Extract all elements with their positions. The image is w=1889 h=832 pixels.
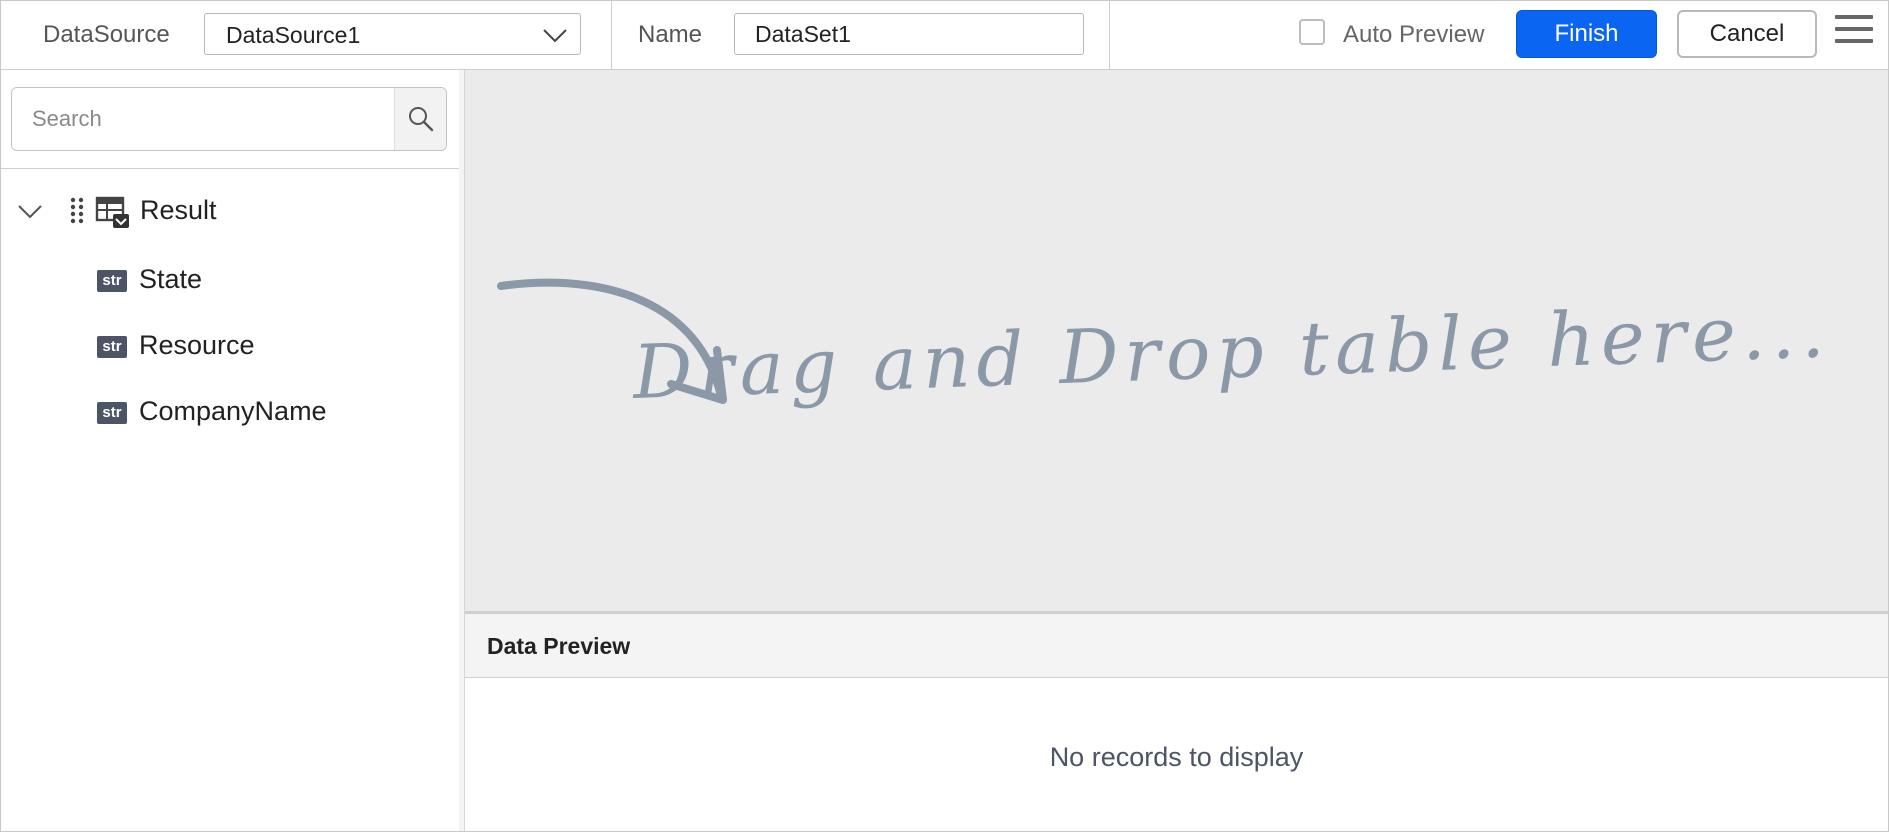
panel-divider <box>1 168 459 169</box>
cancel-button[interactable]: Cancel <box>1677 10 1817 58</box>
string-type-icon: str <box>97 336 127 358</box>
string-type-icon: str <box>97 270 127 292</box>
empty-records-message: No records to display <box>1049 742 1304 772</box>
dataset-designer: DataSource DataSource1 Name Auto Preview… <box>0 0 1889 832</box>
toolbar-divider <box>611 1 612 69</box>
tree-node-label: Result <box>140 195 217 225</box>
chevron-down-icon[interactable] <box>16 200 44 224</box>
auto-preview-label: Auto Preview <box>1343 21 1485 48</box>
drop-hint-text: Drag and Drop table here... <box>631 288 1832 416</box>
field-list-panel: Result str State str Resource str Compan… <box>1 70 460 831</box>
search-icon <box>409 107 434 132</box>
datasource-label: DataSource <box>43 21 170 48</box>
table-drop-zone[interactable]: Drag and Drop table here... <box>465 70 1888 611</box>
search-button[interactable] <box>394 88 446 150</box>
toolbar-divider <box>1109 1 1110 69</box>
hamburger-menu-icon[interactable] <box>1835 15 1873 51</box>
auto-preview-checkbox[interactable] <box>1299 19 1325 45</box>
data-preview-grid: No records to display <box>465 678 1888 831</box>
string-type-icon: str <box>97 402 127 424</box>
dataset-name-input[interactable] <box>734 13 1084 55</box>
toolbar: DataSource DataSource1 Name Auto Preview… <box>1 1 1888 70</box>
tree-field-resource[interactable]: str Resource <box>1 328 459 368</box>
datasource-dropdown[interactable]: DataSource1 <box>204 13 581 55</box>
datasource-selected-value: DataSource1 <box>226 22 361 48</box>
field-label: Resource <box>139 330 255 360</box>
field-label: State <box>139 264 203 294</box>
finish-button[interactable]: Finish <box>1516 10 1657 58</box>
search-input[interactable] <box>12 88 395 150</box>
search-box <box>11 87 447 151</box>
drag-handle-icon[interactable] <box>70 196 84 226</box>
tree-field-state[interactable]: str State <box>1 262 459 302</box>
tree-field-companyname[interactable]: str CompanyName <box>1 394 459 434</box>
table-icon <box>95 196 129 228</box>
chevron-down-icon <box>543 29 567 43</box>
field-label: CompanyName <box>139 396 327 426</box>
data-preview-header: Data Preview <box>465 614 1888 678</box>
tree-node-result[interactable]: Result <box>1 192 459 232</box>
name-label: Name <box>638 21 703 48</box>
data-preview-title: Data Preview <box>487 633 631 659</box>
